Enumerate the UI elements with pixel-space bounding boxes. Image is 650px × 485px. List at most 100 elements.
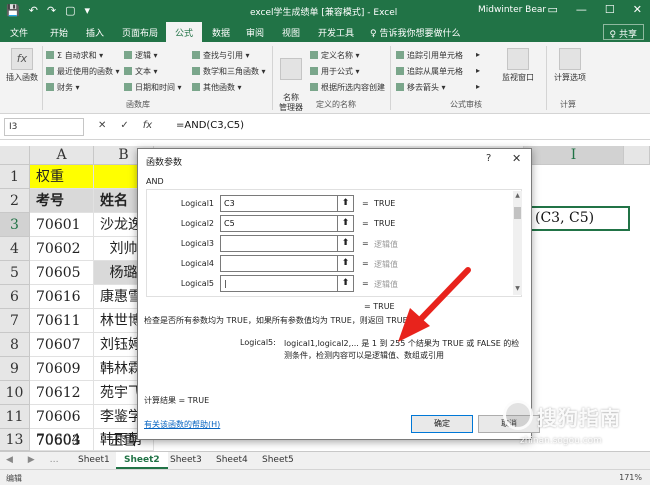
name-box[interactable]: I3 — [4, 118, 84, 136]
date-time-button[interactable]: 日期和时间 ▾ — [124, 82, 182, 93]
insert-function-button[interactable]: fx 插入函数 — [4, 48, 40, 83]
more-functions-button[interactable]: 其他函数 ▾ — [192, 82, 242, 93]
tab-insert[interactable]: 插入 — [86, 26, 104, 39]
cancel-icon[interactable]: ✕ — [98, 120, 106, 131]
evaluate-formula-icon[interactable]: ▸ — [476, 82, 480, 91]
row-header[interactable]: 5 — [0, 261, 30, 285]
cell-a1[interactable]: 权重 — [30, 165, 94, 189]
recent-functions-button[interactable]: 最近使用的函数 ▾ — [46, 66, 120, 77]
tab-page-layout[interactable]: 页面布局 — [122, 26, 158, 39]
tab-data[interactable]: 数据 — [212, 26, 230, 39]
arguments-scrollbar[interactable]: ▲ ▼ — [513, 191, 522, 295]
zoom-level[interactable]: 171% — [619, 473, 642, 482]
tab-file[interactable]: 文件 — [10, 26, 28, 39]
cell-i3-selected[interactable]: (C3, C5) — [530, 206, 630, 231]
formula-input[interactable]: =AND(C3,C5) — [176, 120, 244, 131]
row-header[interactable]: 9 — [0, 357, 30, 381]
cell-a8[interactable]: 70607 — [30, 333, 94, 357]
autosum-button[interactable]: Σ 自动求和 ▾ — [46, 50, 103, 61]
watch-window-button[interactable]: 监视窗口 — [498, 48, 538, 83]
define-name-button[interactable]: 定义名称 ▾ — [310, 50, 360, 61]
lookup-reference-button[interactable]: 查找与引用 ▾ — [192, 50, 250, 61]
select-all-corner[interactable] — [0, 146, 30, 165]
trace-dependents-button[interactable]: 追踪从属单元格 — [396, 66, 463, 77]
cell-a11[interactable]: 70606 — [30, 405, 94, 429]
row-header[interactable]: 4 — [0, 237, 30, 261]
calc-options-button[interactable]: 计算选项 — [552, 48, 588, 83]
tab-developer[interactable]: 开发工具 — [318, 26, 354, 39]
scroll-up-icon[interactable]: ▲ — [513, 192, 522, 199]
remove-arrows-button[interactable]: 移去箭头 ▾ — [396, 82, 446, 93]
cell-a7[interactable]: 70611 — [30, 309, 94, 333]
ribbon-display-icon[interactable]: ▭ — [548, 3, 558, 16]
scroll-thumb[interactable] — [514, 207, 521, 219]
column-header-a[interactable]: A — [30, 146, 94, 165]
minimize-icon[interactable]: — — [576, 3, 587, 16]
collapse-dialog-icon[interactable]: ⬆ — [338, 235, 354, 252]
show-formulas-icon[interactable]: ▸ — [476, 50, 480, 59]
insert-function-icon[interactable]: fx — [143, 120, 152, 131]
row-header[interactable]: 7 — [0, 309, 30, 333]
tab-home[interactable]: 开始 — [50, 26, 68, 39]
tab-review[interactable]: 审阅 — [246, 26, 264, 39]
math-trig-button[interactable]: 数学和三角函数 ▾ — [192, 66, 266, 77]
share-button[interactable]: ♀ 共享 — [602, 24, 644, 40]
row-header[interactable]: 13 — [0, 429, 30, 451]
row-header[interactable]: 2 — [0, 189, 30, 213]
row-header[interactable]: 1 — [0, 165, 30, 189]
sheet-nav-arrows[interactable]: ◀ ▶ … — [6, 455, 65, 465]
customize-qat-icon[interactable]: ▾ — [85, 4, 91, 17]
tell-me-search[interactable]: ♀ 告诉我你想要做什么 — [370, 26, 460, 39]
cell-a3[interactable]: 70601 — [30, 213, 94, 237]
cell-a10[interactable]: 70612 — [30, 381, 94, 405]
text-button[interactable]: 文本 ▾ — [124, 66, 158, 77]
logical3-input[interactable] — [220, 235, 338, 252]
collapse-dialog-icon[interactable]: ⬆ — [338, 215, 354, 232]
create-from-selection-button[interactable]: 根据所选内容创建 — [310, 82, 385, 93]
tab-view[interactable]: 视图 — [282, 26, 300, 39]
use-in-formula-button[interactable]: 用于公式 ▾ — [310, 66, 360, 77]
sheet-tab-2[interactable]: Sheet2 — [116, 452, 168, 469]
scroll-down-icon[interactable]: ▼ — [513, 285, 522, 292]
cell-a6[interactable]: 70616 — [30, 285, 94, 309]
sheet-tab-1[interactable]: Sheet1 — [70, 452, 118, 469]
tab-formulas[interactable]: 公式 — [166, 22, 203, 42]
logical-button[interactable]: 逻辑 ▾ — [124, 50, 158, 61]
ok-button[interactable]: 确定 — [411, 415, 473, 433]
close-icon[interactable]: ✕ — [512, 152, 521, 165]
help-icon[interactable]: ? — [486, 153, 491, 164]
sheet-tab-4[interactable]: Sheet4 — [208, 452, 256, 469]
cell-a2[interactable]: 考号 — [30, 189, 94, 213]
cell-a13[interactable]: 70604 — [30, 429, 94, 451]
column-header-j[interactable] — [624, 146, 650, 165]
collapse-dialog-icon[interactable]: ⬆ — [338, 195, 354, 212]
name-manager-button[interactable]: 名称 管理器 — [276, 48, 306, 113]
logical2-input[interactable]: C5 — [220, 215, 338, 232]
user-name[interactable]: Midwinter Bear — [478, 5, 546, 15]
enter-icon[interactable]: ✓ — [120, 120, 128, 131]
row-header[interactable]: 10 — [0, 381, 30, 405]
logical4-input[interactable] — [220, 255, 338, 272]
collapse-dialog-icon[interactable]: ⬆ — [338, 275, 354, 292]
undo-icon[interactable]: ↶ — [29, 4, 38, 17]
function-help-link[interactable]: 有关该函数的帮助(H) — [144, 419, 220, 430]
logical5-input[interactable]: | — [220, 275, 338, 292]
row-header[interactable]: 6 — [0, 285, 30, 309]
cell-a4[interactable]: 70602 — [30, 237, 94, 261]
row-header[interactable]: 8 — [0, 333, 30, 357]
logical1-input[interactable]: C3 — [220, 195, 338, 212]
maximize-icon[interactable]: ☐ — [605, 3, 615, 16]
error-checking-icon[interactable]: ▸ — [476, 66, 480, 75]
collapse-dialog-icon[interactable]: ⬆ — [338, 255, 354, 272]
sheet-tab-3[interactable]: Sheet3 — [162, 452, 210, 469]
trace-precedents-button[interactable]: 追踪引用单元格 — [396, 50, 463, 61]
column-header-i[interactable]: I — [524, 146, 624, 165]
row-header[interactable]: 11 — [0, 405, 30, 429]
redo-icon[interactable]: ↷ — [47, 4, 56, 17]
financial-button[interactable]: 财务 ▾ — [46, 82, 80, 93]
close-window-icon[interactable]: ✕ — [633, 3, 642, 16]
save-icon[interactable]: 💾 — [6, 4, 20, 17]
touch-mode-icon[interactable]: ▢ — [65, 4, 75, 17]
sheet-tab-5[interactable]: Sheet5 — [254, 452, 302, 469]
cell-a5[interactable]: 70605 — [30, 261, 94, 285]
